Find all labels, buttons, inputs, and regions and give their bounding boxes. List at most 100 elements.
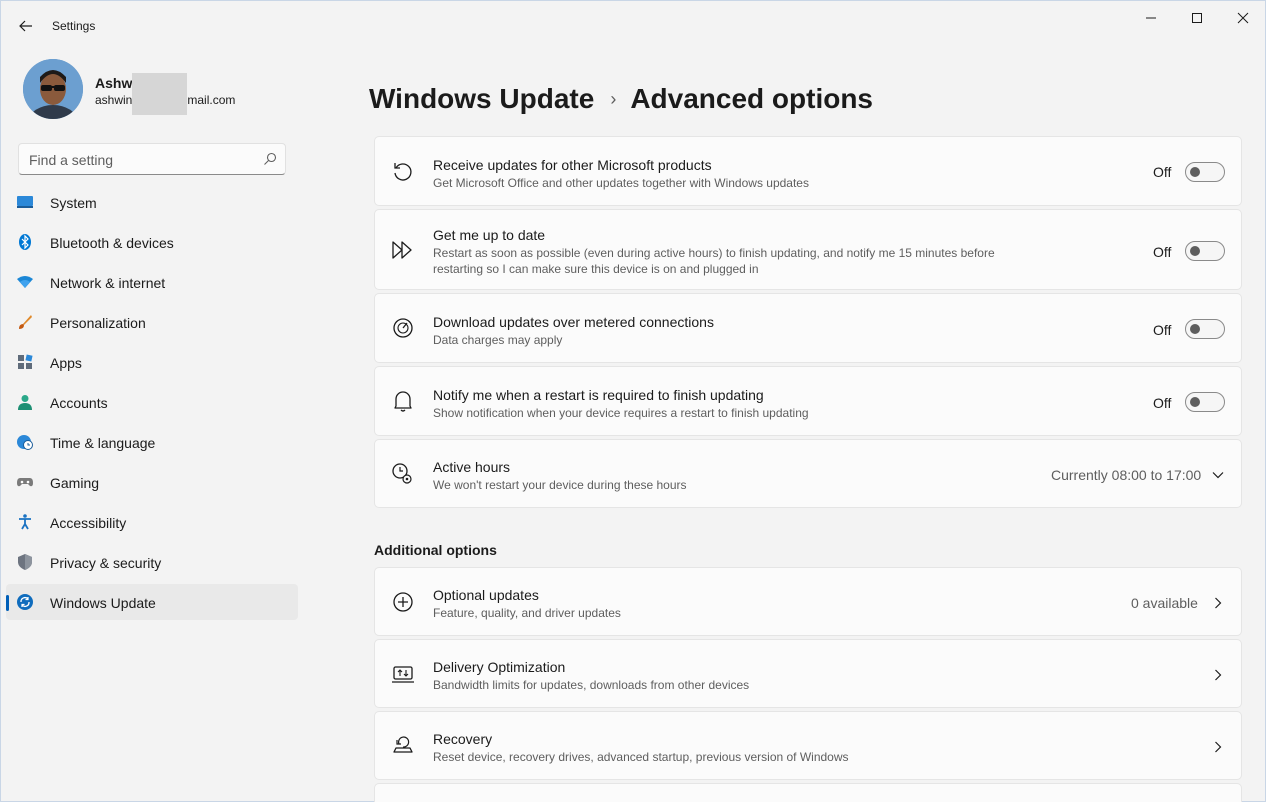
option-description: Reset device, recovery drives, advanced … bbox=[433, 750, 849, 764]
toggle-switch[interactable] bbox=[1185, 319, 1225, 339]
sidebar-item-privacy-security[interactable]: Privacy & security bbox=[6, 544, 298, 580]
breadcrumb-separator: › bbox=[610, 88, 617, 109]
option-title: Optional updates bbox=[433, 587, 539, 603]
delivery-optimization-icon bbox=[392, 666, 414, 683]
sidebar-item-label: Bluetooth & devices bbox=[50, 235, 174, 251]
toggle-state-label: Off bbox=[1153, 322, 1172, 338]
back-button[interactable] bbox=[13, 13, 39, 39]
option-card-optional-updates[interactable]: Optional updates Feature, quality, and d… bbox=[374, 567, 1242, 636]
bell-icon bbox=[394, 391, 412, 412]
toggle-switch[interactable] bbox=[1185, 162, 1225, 182]
chevron-right-icon[interactable] bbox=[1211, 668, 1225, 682]
toggle-state-label: Off bbox=[1153, 164, 1172, 180]
section-title: Additional options bbox=[374, 542, 497, 558]
setting-description: We won't restart your device during thes… bbox=[433, 478, 687, 492]
sidebar-item-label: Windows Update bbox=[50, 595, 156, 611]
user-email-prefix: ashwin bbox=[95, 93, 133, 107]
setting-title: Get me up to date bbox=[433, 227, 546, 243]
sidebar-item-personalization[interactable]: Personalization bbox=[6, 304, 298, 340]
setting-card-restart-notify[interactable]: Notify me when a restart is required to … bbox=[374, 366, 1242, 436]
option-card-delivery-optimization[interactable]: Delivery Optimization Bandwidth limits f… bbox=[374, 639, 1242, 708]
avatar-image bbox=[23, 59, 83, 119]
setting-title: Active hours bbox=[433, 459, 511, 475]
chevron-down-icon[interactable] bbox=[1211, 468, 1225, 482]
option-title: Recovery bbox=[433, 731, 493, 747]
shield-icon bbox=[18, 554, 32, 570]
close-icon bbox=[1237, 12, 1249, 24]
toggle-knob bbox=[1190, 397, 1200, 407]
accessibility-icon bbox=[19, 514, 31, 530]
user-name: Ashwi bbox=[95, 75, 137, 91]
sidebar-item-accessibility[interactable]: Accessibility bbox=[6, 504, 298, 540]
sidebar-item-bluetooth[interactable]: Bluetooth & devices bbox=[6, 224, 298, 260]
sidebar-item-gaming[interactable]: Gaming bbox=[6, 464, 298, 500]
sidebar-item-apps[interactable]: Apps bbox=[6, 344, 298, 380]
setting-card-other-products[interactable]: Receive updates for other Microsoft prod… bbox=[374, 136, 1242, 206]
wifi-icon bbox=[17, 276, 33, 288]
sidebar-item-accounts[interactable]: Accounts bbox=[6, 384, 298, 420]
search-input[interactable] bbox=[29, 151, 254, 169]
breadcrumb: Windows Update › Advanced options bbox=[369, 79, 873, 119]
globe-clock-icon bbox=[17, 435, 33, 450]
windows-update-icon bbox=[17, 594, 33, 610]
apps-icon bbox=[18, 354, 33, 369]
minimize-icon bbox=[1146, 17, 1156, 19]
sidebar-item-label: Apps bbox=[50, 355, 82, 371]
fast-forward-icon bbox=[392, 241, 412, 259]
toggle-knob bbox=[1190, 167, 1200, 177]
toggle-state-label: Off bbox=[1153, 395, 1172, 411]
brush-icon bbox=[19, 315, 32, 329]
gamepad-icon bbox=[17, 478, 33, 487]
setting-description: Data charges may apply bbox=[433, 333, 563, 347]
setting-title: Notify me when a restart is required to … bbox=[433, 387, 764, 403]
sidebar-item-network[interactable]: Network & internet bbox=[6, 264, 298, 300]
setting-description: Restart as soon as possible (even during… bbox=[433, 246, 995, 276]
toggle-state-label: Off bbox=[1153, 244, 1172, 260]
sidebar-item-label: Network & internet bbox=[50, 275, 166, 291]
page-title: Advanced options bbox=[630, 83, 874, 114]
setting-card-active-hours[interactable]: Active hours We won't restart your devic… bbox=[374, 439, 1242, 508]
speedometer-icon bbox=[393, 318, 413, 338]
sidebar-item-label: Personalization bbox=[50, 315, 146, 331]
option-card-partial[interactable] bbox=[374, 783, 1242, 802]
sidebar-item-label: System bbox=[50, 195, 97, 211]
optional-updates-count: 0 available bbox=[1131, 595, 1198, 611]
setting-description: Show notification when your device requi… bbox=[433, 406, 809, 420]
app-title: Settings bbox=[52, 19, 96, 33]
search-box[interactable] bbox=[18, 143, 286, 175]
setting-description: Get Microsoft Office and other updates t… bbox=[433, 176, 809, 190]
bluetooth-icon bbox=[19, 234, 31, 250]
setting-title: Download updates over metered connection… bbox=[433, 314, 714, 330]
sidebar-item-windows-update[interactable]: Windows Update bbox=[6, 584, 298, 620]
option-description: Bandwidth limits for updates, downloads … bbox=[433, 678, 750, 692]
toggle-switch[interactable] bbox=[1185, 241, 1225, 261]
toggle-knob bbox=[1190, 324, 1200, 334]
sidebar-item-time-language[interactable]: Time & language bbox=[6, 424, 298, 460]
search-icon[interactable] bbox=[263, 152, 277, 166]
active-hours-value: Currently 08:00 to 17:00 bbox=[1051, 467, 1202, 483]
back-arrow-icon bbox=[19, 20, 32, 32]
chevron-right-icon[interactable] bbox=[1211, 596, 1225, 610]
breadcrumb-parent[interactable]: Windows Update bbox=[369, 83, 594, 115]
option-card-recovery[interactable]: Recovery Reset device, recovery drives, … bbox=[374, 711, 1242, 780]
minimize-button[interactable] bbox=[1128, 5, 1174, 31]
avatar[interactable] bbox=[23, 59, 83, 119]
close-button[interactable] bbox=[1220, 5, 1266, 31]
user-profile[interactable]: Ashwi ashwin mail.com bbox=[23, 59, 303, 119]
user-email-suffix: mail.com bbox=[187, 93, 236, 107]
setting-card-metered[interactable]: Download updates over metered connection… bbox=[374, 293, 1242, 363]
setting-card-get-up-to-date[interactable]: Get me up to date Restart as soon as pos… bbox=[374, 209, 1242, 290]
chevron-right-icon[interactable] bbox=[1211, 740, 1225, 754]
sidebar-item-system[interactable]: System bbox=[6, 184, 298, 220]
sidebar-item-label: Accounts bbox=[50, 395, 108, 411]
sidebar-item-label: Time & language bbox=[50, 435, 156, 451]
add-circle-icon bbox=[393, 592, 413, 612]
active-hours-icon bbox=[392, 463, 412, 484]
refresh-icon bbox=[394, 163, 412, 181]
toggle-switch[interactable] bbox=[1185, 392, 1225, 412]
maximize-button[interactable] bbox=[1174, 5, 1220, 31]
sidebar-nav: System Bluetooth & devices Network & int… bbox=[6, 184, 298, 624]
maximize-icon bbox=[1192, 13, 1202, 23]
redaction-box bbox=[132, 73, 187, 115]
system-icon bbox=[17, 196, 33, 208]
